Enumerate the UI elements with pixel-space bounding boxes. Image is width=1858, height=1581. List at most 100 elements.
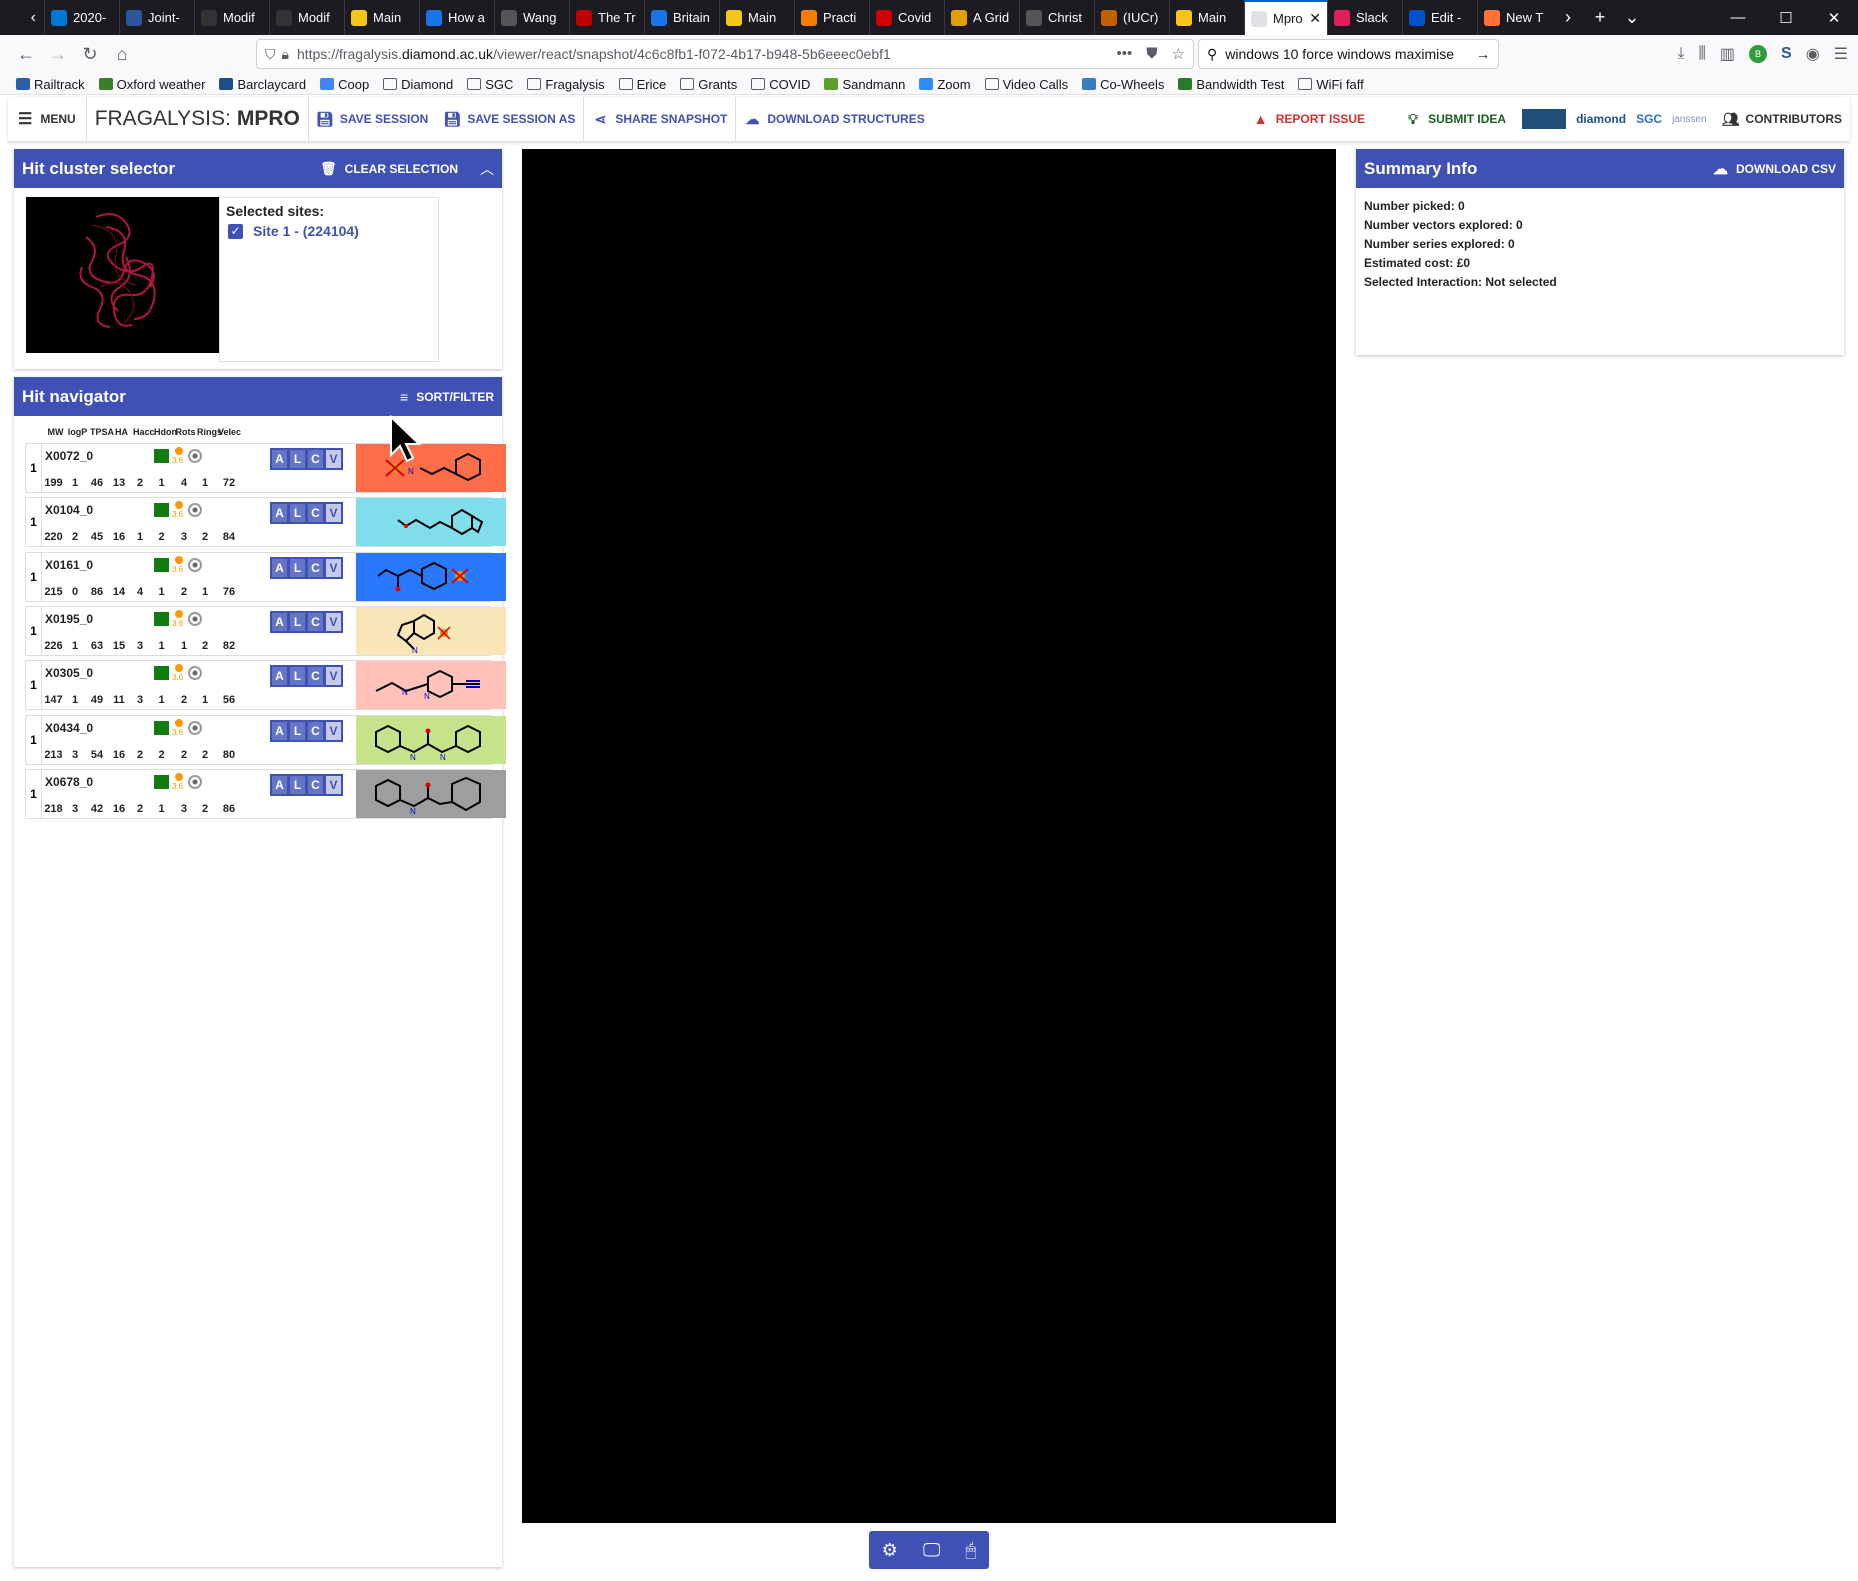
target-center-icon[interactable]	[188, 503, 202, 518]
hit-row[interactable]: 1 X0161_0 3.6 215 0 86 14 4 1 2 1 76 A L C V	[25, 551, 506, 602]
menu-button[interactable]: ☰ MENU	[8, 109, 86, 129]
toggle-l-button[interactable]: L	[290, 775, 305, 794]
toggle-l-button[interactable]: L	[290, 721, 305, 740]
molecule-2d-image[interactable]: N	[356, 444, 506, 492]
toggle-v-button[interactable]: V	[326, 558, 341, 577]
bookmark-item[interactable]: Co-Wheels	[1082, 77, 1164, 92]
status-square-icon[interactable]	[154, 720, 169, 735]
bookmark-item[interactable]: Bandwidth Test	[1178, 77, 1284, 92]
toggle-v-button[interactable]: V	[326, 612, 341, 631]
browser-tab[interactable]: Covid	[869, 0, 944, 35]
bookmark-item[interactable]: Barclaycard	[219, 77, 306, 92]
collapse-chevron-icon[interactable]: ︿	[480, 159, 494, 179]
status-square-icon[interactable]	[154, 774, 169, 789]
tab-close-icon[interactable]: ✕	[1309, 10, 1321, 27]
site-checkbox-icon[interactable]: ✓	[228, 223, 243, 239]
molecule-2d-image[interactable]	[356, 498, 506, 547]
tab-scroll-right-icon[interactable]: ›	[1552, 7, 1584, 28]
download-csv-button[interactable]: ☁ DOWNLOAD CSV	[1713, 160, 1836, 178]
library-icon[interactable]: ⫼	[1699, 45, 1706, 63]
browser-tab[interactable]: Main	[1169, 0, 1244, 35]
toggle-a-button[interactable]: A	[272, 721, 287, 740]
cluster-image[interactable]	[26, 197, 219, 353]
toggle-a-button[interactable]: A	[272, 558, 287, 577]
toggle-a-button[interactable]: A	[272, 450, 287, 468]
s-extension-icon[interactable]: S	[1781, 45, 1792, 63]
toggle-c-button[interactable]: C	[308, 558, 323, 577]
bookmark-item[interactable]: Zoom	[919, 77, 971, 92]
hit-row[interactable]: 1 X0678_0 3.6 218 3 42 16 2 1 3 2 86 A L C V N	[25, 768, 506, 819]
reload-icon[interactable]: ↻	[74, 39, 106, 71]
browser-tab[interactable]: Modif	[269, 0, 344, 35]
target-center-icon[interactable]	[188, 774, 202, 789]
bookmark-item[interactable]: Oxford weather	[98, 77, 205, 92]
toggle-l-button[interactable]: L	[290, 504, 305, 523]
browser-tab[interactable]: Britain	[644, 0, 719, 35]
bookmark-item[interactable]: Diamond	[383, 77, 453, 92]
bookmark-item[interactable]: Railtrack	[16, 77, 85, 92]
browser-tab[interactable]: How a	[419, 0, 494, 35]
display-monitor-icon[interactable]: 🖵	[923, 1540, 940, 1561]
target-center-icon[interactable]	[188, 449, 202, 463]
browser-tab[interactable]: The Tr	[569, 0, 644, 35]
bookmark-item[interactable]: Coop	[320, 77, 369, 92]
status-square-icon[interactable]	[154, 611, 169, 626]
shield-icon[interactable]: ⛉	[265, 46, 276, 63]
status-square-icon[interactable]	[154, 557, 169, 572]
home-icon[interactable]: ⌂	[106, 39, 138, 71]
bookmark-item[interactable]: WiFi faff	[1298, 77, 1364, 92]
molecule-3d-viewer[interactable]	[522, 149, 1336, 1523]
clear-selection-button[interactable]: 🗑︎ CLEAR SELECTION	[320, 161, 458, 177]
molecule-2d-image[interactable]	[356, 552, 506, 601]
bookmark-item[interactable]: Fragalysis	[527, 77, 605, 92]
browser-tab[interactable]: Christ	[1019, 0, 1094, 35]
pocket-icon[interactable]: ⛊	[1146, 45, 1157, 63]
download-structures-button[interactable]: ☁ DOWNLOAD STRUCTURES	[736, 97, 932, 142]
browser-tab[interactable]: Modif	[194, 0, 269, 35]
toggle-v-button[interactable]: V	[326, 450, 341, 468]
toggle-a-button[interactable]: A	[272, 775, 287, 794]
bookmark-item[interactable]: Video Calls	[984, 77, 1068, 92]
status-square-icon[interactable]	[154, 449, 169, 463]
toggle-v-button[interactable]: V	[326, 667, 341, 686]
share-snapshot-button[interactable]: ⋖ SHARE SNAPSHOT	[584, 96, 737, 142]
browser-tab[interactable]: Main	[344, 0, 419, 35]
browser-tab[interactable]: A Grid	[944, 0, 1019, 35]
toggle-a-button[interactable]: A	[272, 667, 287, 686]
url-bar[interactable]: ⛉ 🔒︎ https://fragalysis. diamond.ac.uk/vi…	[256, 39, 1194, 69]
bookmark-item[interactable]: Sandmann	[824, 77, 905, 92]
toggle-a-button[interactable]: A	[272, 504, 287, 523]
close-window-icon[interactable]: ✕	[1810, 0, 1858, 35]
toggle-v-button[interactable]: V	[326, 775, 341, 794]
maximize-icon[interactable]: ☐	[1762, 0, 1810, 35]
hit-row[interactable]: 1 X0305_0 3.6 147 1 49 11 3 1 2 1 56 A L C V N N	[25, 660, 506, 711]
new-tab-icon[interactable]: +	[1584, 7, 1616, 28]
hit-row[interactable]: 1 X0434_0 3.6 213 3 54 16 2 2 2 2 80 A L C V N N	[25, 714, 506, 765]
toggle-v-button[interactable]: V	[326, 721, 341, 740]
browser-tab[interactable]: Slack	[1327, 0, 1402, 35]
target-center-icon[interactable]	[188, 666, 202, 681]
hit-row[interactable]: 1 X0104_0 3.6 220 2 45 16 1 2 3 2 84 A L C V	[25, 497, 506, 548]
toggle-l-button[interactable]: L	[290, 450, 305, 468]
toggle-c-button[interactable]: C	[308, 721, 323, 740]
bookmark-item[interactable]: SGC	[467, 77, 513, 92]
browser-tab[interactable]: Edit -	[1402, 0, 1477, 35]
hit-row[interactable]: 1 X0195_0 3.6 226 1 63 15 3 1 1 2 82 A L C V N	[25, 605, 506, 656]
sidebar-icon[interactable]: ▥	[1720, 44, 1735, 64]
target-center-icon[interactable]	[188, 557, 202, 572]
save-session-as-button[interactable]: 💾︎ SAVE SESSION AS	[436, 96, 585, 142]
page-actions-icon[interactable]: •••	[1117, 45, 1133, 63]
browser-tab[interactable]: Mpro ✕	[1244, 0, 1327, 35]
toggle-c-button[interactable]: C	[308, 667, 323, 686]
browser-tab[interactable]: Wang	[494, 0, 569, 35]
bookmark-item[interactable]: COVID	[751, 77, 810, 92]
settings-gear-icon[interactable]: ⚙	[882, 1540, 898, 1561]
bookmark-star-icon[interactable]: ☆	[1172, 45, 1185, 63]
bookmark-item[interactable]: Grants	[680, 77, 737, 92]
tab-list-icon[interactable]: ⌄	[1616, 7, 1648, 28]
browser-tab[interactable]: (IUCr)	[1094, 0, 1169, 35]
status-square-icon[interactable]	[154, 503, 169, 518]
toggle-l-button[interactable]: L	[290, 667, 305, 686]
molecule-2d-image[interactable]: NN	[356, 661, 506, 710]
molecule-2d-image[interactable]: N	[356, 606, 506, 655]
